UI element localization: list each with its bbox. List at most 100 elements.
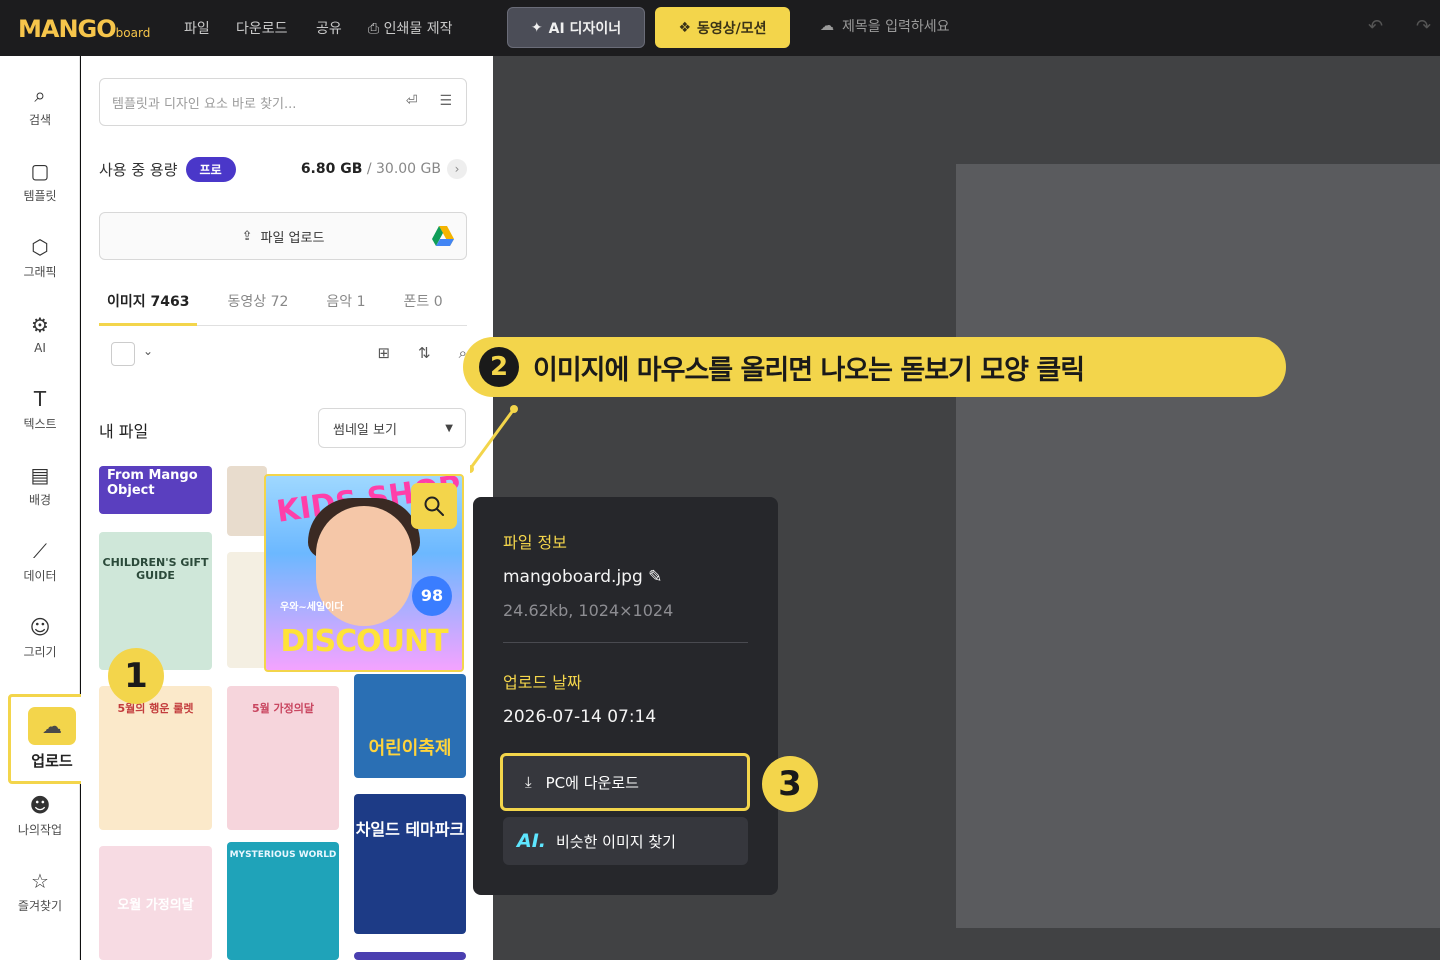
step-1-badge: 1 <box>108 648 164 704</box>
image-thumbnail[interactable]: 5월 가정의달 <box>227 686 339 830</box>
download-to-pc-button[interactable]: ⤓ PC에 다운로드 <box>500 753 750 811</box>
tab-images[interactable]: 이미지 7463 <box>99 290 198 326</box>
upload-icon: ⇪ <box>241 228 253 244</box>
chart-icon: ⟋ <box>33 539 47 563</box>
search-input[interactable]: 템플릿과 디자인 요소 바로 찾기... ⏎ ☰ <box>99 78 467 126</box>
ai-designer-button[interactable]: ✦ AI 디자이너 <box>507 7 645 48</box>
image-promo-text: 우와~세일이다 <box>280 602 344 613</box>
search-icon: ⌕ <box>34 83 46 107</box>
search-placeholder: 템플릿과 디자인 요소 바로 찾기... <box>112 96 297 112</box>
rail-item-template[interactable]: ▢ 템플릿 <box>8 150 72 214</box>
file-info-popover: 파일 정보 mangoboard.jpg ✎ 24.62kb, 1024×102… <box>473 497 778 895</box>
enter-icon[interactable]: ⏎ <box>406 93 418 109</box>
image-percent-badge: 98 <box>412 576 452 616</box>
rail-label: 검색 <box>28 113 52 127</box>
upload-label: 파일 업로드 <box>260 230 325 246</box>
image-thumbnail[interactable]: 오월 가정의달 <box>99 846 212 960</box>
rail-item-graphic[interactable]: ⬡ 그래픽 <box>8 226 72 290</box>
filter-search-icon[interactable]: ☰ <box>439 93 452 109</box>
ai-badge-icon: AI. <box>517 830 546 852</box>
file-meta: 24.62kb, 1024×1024 <box>503 601 674 620</box>
favorite-icon: ☆ <box>31 869 49 893</box>
thumbnail-label: MYSTERIOUS WORLD <box>229 850 337 860</box>
image-thumbnail[interactable]: From Mango Object <box>99 466 212 514</box>
image-thumbnail[interactable] <box>354 952 466 960</box>
rail-item-search[interactable]: ⌕ 검색 <box>8 74 72 138</box>
thumbnail-label: 5월 가정의달 <box>251 702 315 715</box>
new-folder-icon[interactable]: ⊞ <box>377 344 390 362</box>
menu-file[interactable]: 파일 <box>184 18 210 38</box>
image-thumbnail[interactable]: 차일드 테마파크 <box>354 794 466 934</box>
menu-print[interactable]: ⎙ 인쇄물 제작 <box>368 18 453 38</box>
thumbnail-label: From Mango Object <box>107 468 198 498</box>
rail-label: 템플릿 <box>23 189 57 203</box>
rail-label: 나의작업 <box>17 823 63 837</box>
cloud-edit-icon: ☁ <box>820 18 834 34</box>
magnifier-button[interactable] <box>411 483 457 529</box>
image-thumbnail[interactable]: 5월의 행운 룰렛 <box>99 686 212 830</box>
undo-icon[interactable]: ↶ <box>1368 16 1383 37</box>
image-thumbnail[interactable]: MYSTERIOUS WORLD <box>227 842 339 960</box>
rail-item-favorite[interactable]: ☆ 즐겨찾기 <box>8 860 72 924</box>
my-files-heading: 내 파일 <box>99 422 149 441</box>
ai-icon: ⚙ <box>31 312 49 337</box>
download-icon: ⤓ <box>525 773 532 791</box>
storage-usage: 사용 중 용량 프로 6.80 GB / 30.00 GB › <box>99 156 467 182</box>
video-motion-button[interactable]: ❖ 동영상/모션 <box>655 7 790 48</box>
select-all-checkbox[interactable] <box>111 342 135 366</box>
find-similar-button[interactable]: AI. 비슷한 이미지 찾기 <box>503 817 748 865</box>
video-motion-label: 동영상/모션 <box>697 20 767 37</box>
google-drive-icon[interactable] <box>432 226 454 246</box>
design-page[interactable] <box>956 164 1440 928</box>
tab-music[interactable]: 음악 1 <box>318 290 373 326</box>
chevron-down-icon: ▼ <box>445 422 453 434</box>
file-upload-button[interactable]: ⇪ 파일 업로드 <box>99 212 467 260</box>
rail-item-ai[interactable]: ⚙ AI <box>8 302 72 366</box>
rail-label: 데이터 <box>23 569 57 583</box>
rail-item-data[interactable]: ⟋ 데이터 <box>8 530 72 594</box>
rail-item-background[interactable]: ▤ 배경 <box>8 454 72 518</box>
rail-item-draw[interactable]: ☺ 그리기 <box>8 606 72 670</box>
step-2-number: 2 <box>479 347 519 387</box>
thumbnail-label: 어린이축제 <box>368 738 452 759</box>
menu-download[interactable]: 다운로드 <box>236 18 288 38</box>
tab-videos[interactable]: 동영상 72 <box>219 290 296 326</box>
thumbnail-label: 차일드 테마파크 <box>355 820 465 839</box>
graphic-icon: ⬡ <box>31 235 49 259</box>
image-thumbnail[interactable]: CHILDREN'S GIFT GUIDE <box>99 532 212 670</box>
thumbnail-label: 5월의 행운 룰렛 <box>117 702 194 715</box>
find-similar-label: 비슷한 이미지 찾기 <box>556 832 676 851</box>
sort-icon[interactable]: ⇅ <box>418 344 431 362</box>
ai-designer-label: AI 디자이너 <box>548 20 622 37</box>
motion-icon: ❖ <box>678 19 692 36</box>
thumbnail-label: 오월 가정의달 <box>117 898 194 913</box>
image-thumbnail[interactable]: 어린이축제 <box>354 674 466 778</box>
view-mode-select[interactable]: 썸네일 보기 ▼ <box>318 408 466 448</box>
tool-rail: ⌕ 검색 ▢ 템플릿 ⬡ 그래픽 ⚙ AI T 텍스트 ▤ 배경 ⟋ 데이터 ☺… <box>0 56 96 960</box>
magic-wand-icon: ✦ <box>530 19 543 36</box>
background-icon: ▤ <box>30 463 50 487</box>
upload-cloud-icon: ☁ <box>28 707 76 745</box>
redo-icon[interactable]: ↷ <box>1416 16 1431 37</box>
rail-label: 업로드 <box>31 752 73 770</box>
rail-label: 텍스트 <box>23 417 57 431</box>
view-mode-label: 썸네일 보기 <box>333 422 397 438</box>
title-placeholder: 제목을 입력하세요 <box>842 19 950 35</box>
menu-share[interactable]: 공유 <box>316 18 342 38</box>
image-thumbnail[interactable] <box>227 466 267 536</box>
rail-item-text[interactable]: T 텍스트 <box>8 378 72 442</box>
chevron-down-icon[interactable]: ⌄ <box>143 344 153 358</box>
file-toolbar: ⌄ ⊞ ⇅ ⌕ <box>111 342 467 366</box>
step-2-callout: 2 이미지에 마우스를 올리면 나오는 돋보기 모양 클릭 <box>463 337 1286 397</box>
document-title-input[interactable]: ☁ 제목을 입력하세요 <box>820 16 950 36</box>
rail-label: AI <box>34 340 46 355</box>
tab-fonts[interactable]: 폰트 0 <box>396 290 451 326</box>
chevron-right-icon[interactable]: › <box>447 159 467 179</box>
image-banner-text: DISCOUNT <box>280 624 448 659</box>
rail-item-my-work[interactable]: ☻ 나의작업 <box>8 784 72 848</box>
edit-pencil-icon[interactable]: ✎ <box>648 567 662 587</box>
draw-icon: ☺ <box>29 615 51 639</box>
rail-label: 즐겨찾기 <box>17 899 63 913</box>
logo[interactable]: MANGOboard <box>18 15 150 43</box>
image-thumbnail[interactable] <box>227 552 267 668</box>
